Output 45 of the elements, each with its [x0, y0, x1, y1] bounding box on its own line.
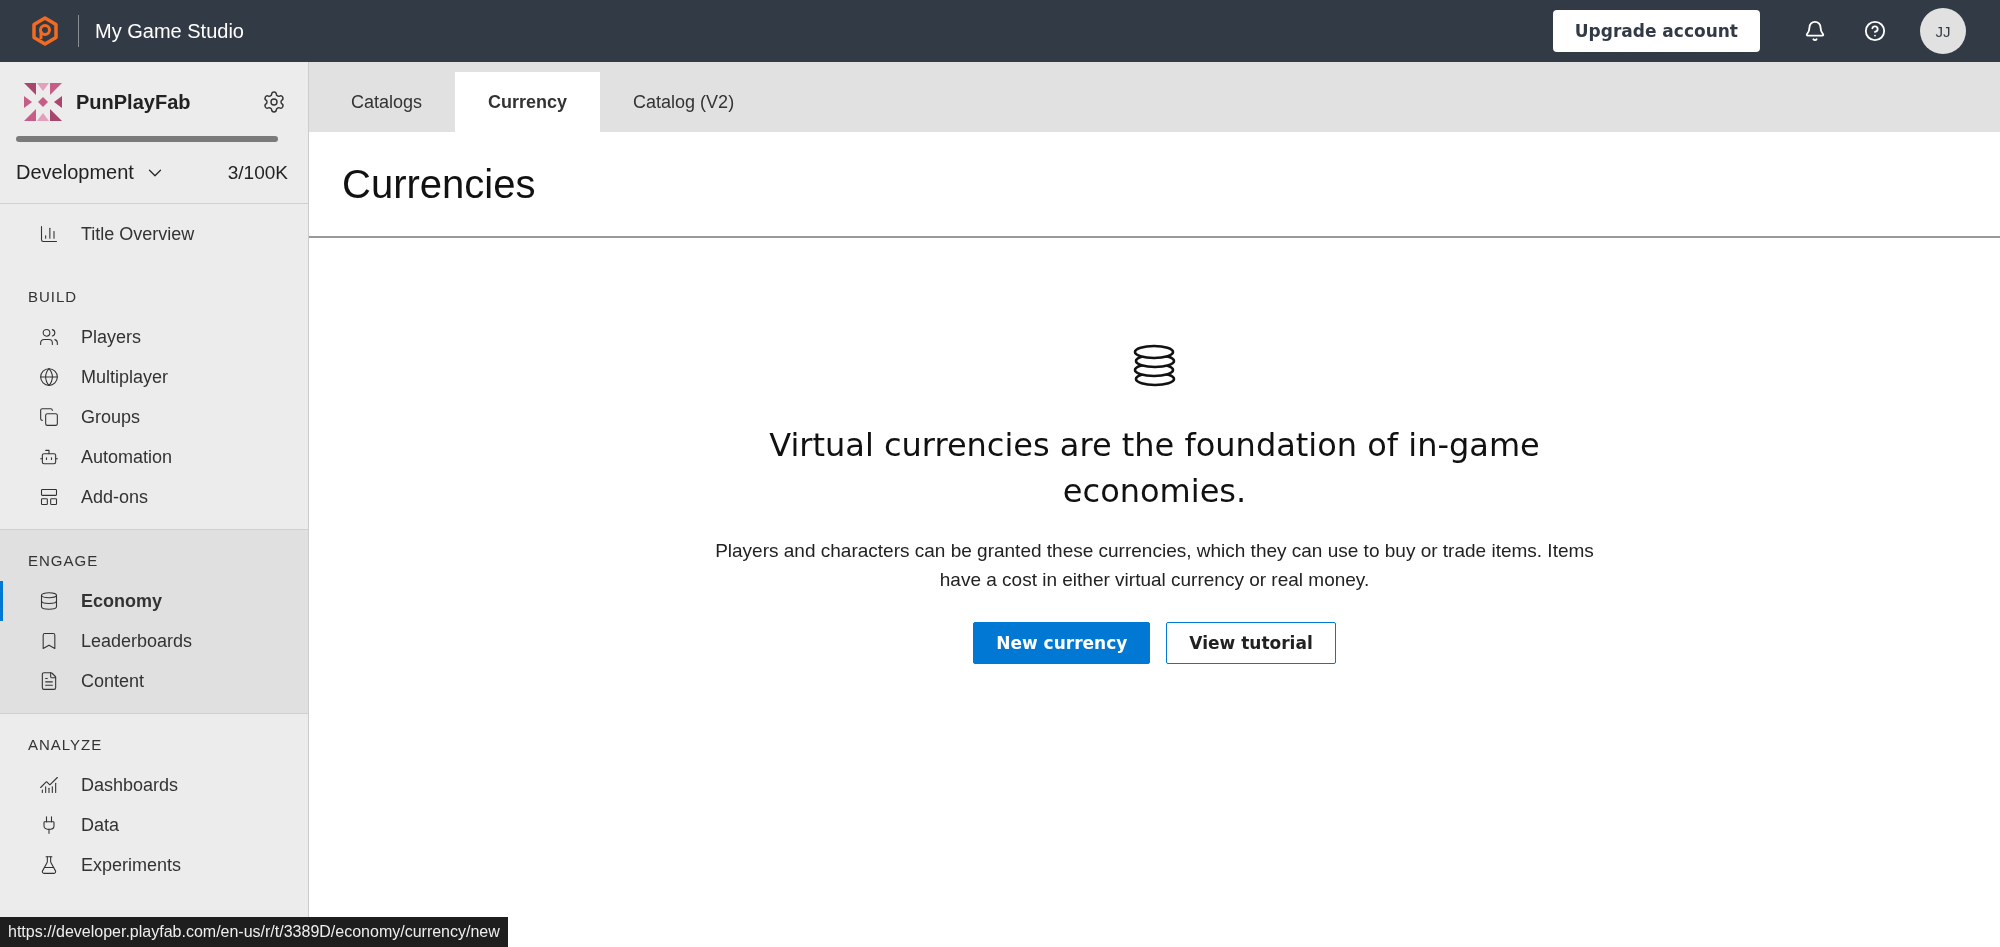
nav-item[interactable]: Leaderboards — [0, 621, 308, 661]
coin-stack-icon — [39, 591, 59, 611]
nav-section-heading: ENGAGE — [27, 551, 100, 571]
nav-item[interactable]: Data — [0, 805, 308, 845]
nav-item[interactable]: Economy — [0, 581, 308, 621]
empty-state-description: Players and characters can be granted these currencies, which they can use to buy or trade items. Items have a cost in either virtual currency or real money. — [714, 539, 1595, 592]
chart-icon — [39, 775, 59, 795]
flask-icon — [39, 855, 59, 875]
stacked-windows-icon — [39, 407, 59, 427]
nav-item[interactable]: Groups — [0, 397, 308, 437]
view-tutorial-button[interactable]: View tutorial — [1166, 622, 1336, 664]
status-url-tooltip: https://developer.playfab.com/en-us/r/t/3389D/economy/currency/new — [0, 917, 508, 947]
nav-item[interactable]: Title Overview — [0, 214, 308, 254]
nav-item[interactable]: Dashboards — [0, 765, 308, 805]
environment-dropdown[interactable]: Development — [16, 161, 228, 184]
nav-item[interactable]: Experiments — [0, 845, 308, 885]
upgrade-account-button[interactable]: Upgrade account — [1552, 10, 1760, 52]
document-icon — [39, 671, 59, 691]
nav-section-heading: ANALYZE — [27, 735, 104, 755]
robot-icon — [39, 447, 59, 467]
globe-icon — [39, 367, 59, 387]
nav-item[interactable]: Automation — [0, 437, 308, 477]
page-title: Currencies — [342, 161, 536, 207]
tab[interactable]: Catalogs — [318, 72, 456, 132]
help-icon — [1864, 20, 1886, 42]
tab[interactable]: Currency — [455, 72, 601, 132]
settings-icon[interactable] — [262, 90, 286, 114]
logo-icon[interactable] — [30, 16, 60, 46]
tab[interactable]: Catalog (V2) — [600, 72, 768, 132]
studio-name: My Game Studio — [95, 19, 245, 43]
bar-chart-icon — [39, 224, 59, 244]
usage-count: 3/100K — [227, 161, 288, 184]
nav-item[interactable]: Multiplayer — [0, 357, 308, 397]
bell-icon — [1804, 20, 1826, 42]
people-icon — [39, 327, 59, 347]
nav-item[interactable]: Players — [0, 317, 308, 357]
new-currency-button[interactable]: New currency — [973, 622, 1151, 664]
nav-section-heading: BUILD — [27, 287, 79, 307]
title-logo-icon — [24, 83, 62, 121]
empty-state-headline: Virtual currencies are the foundation of in-game economies. — [768, 425, 1541, 512]
nav-item[interactable]: Add-ons — [0, 477, 308, 517]
coin-stack-icon — [1131, 342, 1178, 388]
title-name: PunPlayFab — [76, 90, 192, 114]
user-avatar[interactable]: JJ — [1920, 8, 1966, 54]
nav-item[interactable]: Content — [0, 661, 308, 701]
